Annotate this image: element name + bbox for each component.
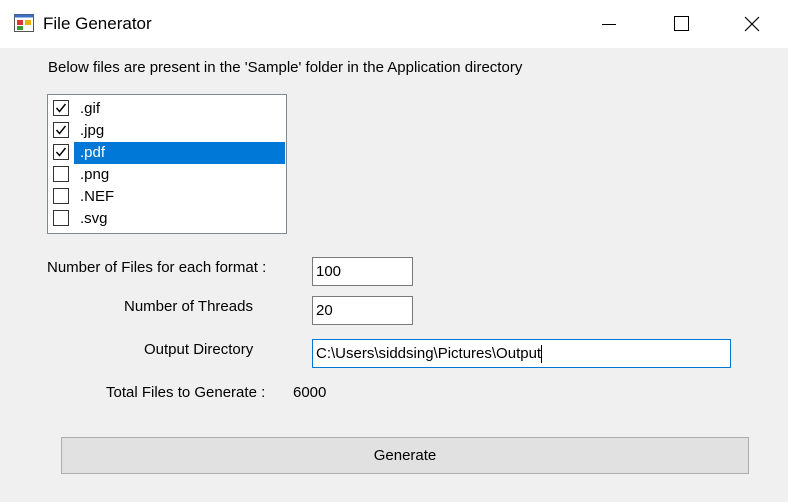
output-directory-value: C:\Users\siddsing\Pictures\Output — [316, 345, 542, 362]
format-checkbox[interactable] — [53, 166, 69, 182]
threads-value: 20 — [316, 302, 333, 319]
generate-button-label: Generate — [373, 447, 437, 464]
format-checklist[interactable]: .gif .jpg .pdf .png .NEF .svg — [47, 94, 287, 234]
minimize-button[interactable] — [580, 0, 640, 48]
format-item[interactable]: .png — [51, 164, 285, 186]
format-checkbox[interactable] — [53, 210, 69, 226]
format-label: .gif — [80, 100, 101, 117]
files-per-format-label: Number of Files for each format : — [47, 259, 267, 276]
close-icon — [744, 16, 760, 32]
app-form-icon — [14, 14, 34, 32]
format-item[interactable]: .pdf — [51, 142, 285, 164]
folder-description: Below files are present in the 'Sample' … — [48, 59, 523, 76]
minimize-icon — [602, 24, 616, 25]
checkmark-icon — [55, 125, 67, 135]
format-label: .NEF — [80, 188, 115, 205]
threads-label: Number of Threads — [124, 298, 253, 315]
title-bar: File Generator — [0, 0, 788, 48]
format-checkbox[interactable] — [53, 100, 69, 116]
output-directory-label: Output Directory — [144, 341, 254, 358]
format-label: .jpg — [80, 122, 105, 139]
format-item[interactable]: .svg — [51, 208, 285, 230]
generate-button[interactable]: Generate — [61, 437, 749, 474]
window-title: File Generator — [43, 14, 152, 33]
format-label: .png — [80, 166, 110, 183]
threads-input[interactable]: 20 — [312, 296, 413, 325]
format-checkbox[interactable] — [53, 188, 69, 204]
maximize-button[interactable] — [652, 0, 712, 48]
format-label: .svg — [80, 210, 108, 227]
files-per-format-input[interactable]: 100 — [312, 257, 413, 286]
format-item[interactable]: .NEF — [51, 186, 285, 208]
total-files-label: Total Files to Generate : — [106, 384, 266, 401]
files-per-format-value: 100 — [316, 263, 342, 280]
format-item[interactable]: .gif — [51, 98, 285, 120]
format-item[interactable]: .jpg — [51, 120, 285, 142]
output-directory-input[interactable]: C:\Users\siddsing\Pictures\Output — [312, 339, 731, 368]
format-checkbox[interactable] — [53, 144, 69, 160]
maximize-icon — [674, 16, 689, 31]
checkmark-icon — [55, 147, 67, 157]
format-label: .pdf — [80, 144, 106, 161]
total-files-value: 6000 — [293, 384, 327, 401]
checkmark-icon — [55, 103, 67, 113]
close-button[interactable] — [722, 0, 782, 48]
text-caret — [541, 345, 542, 363]
format-checkbox[interactable] — [53, 122, 69, 138]
